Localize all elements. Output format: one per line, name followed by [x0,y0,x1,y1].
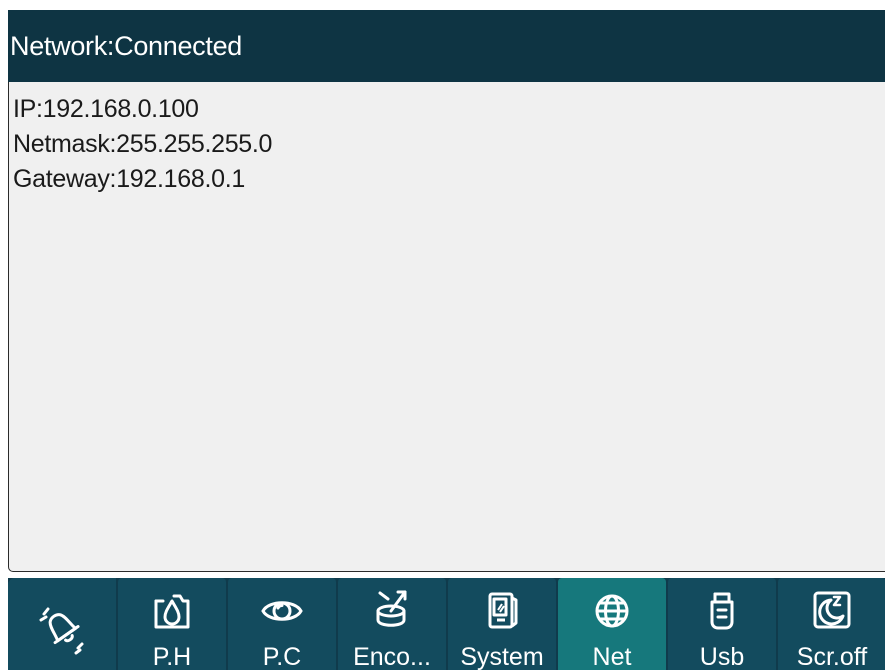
network-status-title: Network:Connected [10,30,243,61]
tab-system[interactable]: System [448,578,556,671]
tab-pc-label: P.C [262,643,302,671]
gateway-text: Gateway:192.168.0.1 [13,165,245,193]
ip-address-text: IP:192.168.0.100 [13,95,199,123]
tab-ph[interactable]: P.H [118,578,226,671]
globe-icon [595,594,629,628]
encoder-icon [376,590,407,627]
tab-pc[interactable]: P.C [228,578,336,671]
tab-usb[interactable]: Usb [668,578,776,671]
tab-net-label: Net [592,643,632,671]
tab-encoder[interactable]: Enco... [338,578,446,671]
tab-ph-label: P.H [152,643,192,671]
moon-sleep-icon [813,591,851,629]
tab-encoder-label: Enco... [353,643,431,671]
water-drop-icon [154,594,190,629]
alarm-bell-icon [39,607,84,655]
tab-usb-label: Usb [699,643,745,671]
eye-icon [261,601,303,621]
network-info-panel: IP:192.168.0.100 Netmask:255.255.255.0 G… [8,82,885,572]
status-header: Network:Connected [8,10,885,82]
usb-drive-icon [710,592,734,630]
netmask-text: Netmask:255.255.255.0 [13,130,273,158]
device-screen: Network:Connected IP:192.168.0.100 Netma… [8,10,885,671]
tab-screen-off-label: Scr.off [796,643,868,671]
device-icon [488,592,518,629]
tab-screen-off[interactable]: Scr.off [778,578,885,671]
tab-net[interactable]: Net [558,578,666,671]
tab-alarm[interactable] [8,578,116,670]
bottom-tab-bar: P.H P.C Enco... System Net Usb Scr.off [8,578,885,671]
tab-system-label: System [460,643,544,671]
